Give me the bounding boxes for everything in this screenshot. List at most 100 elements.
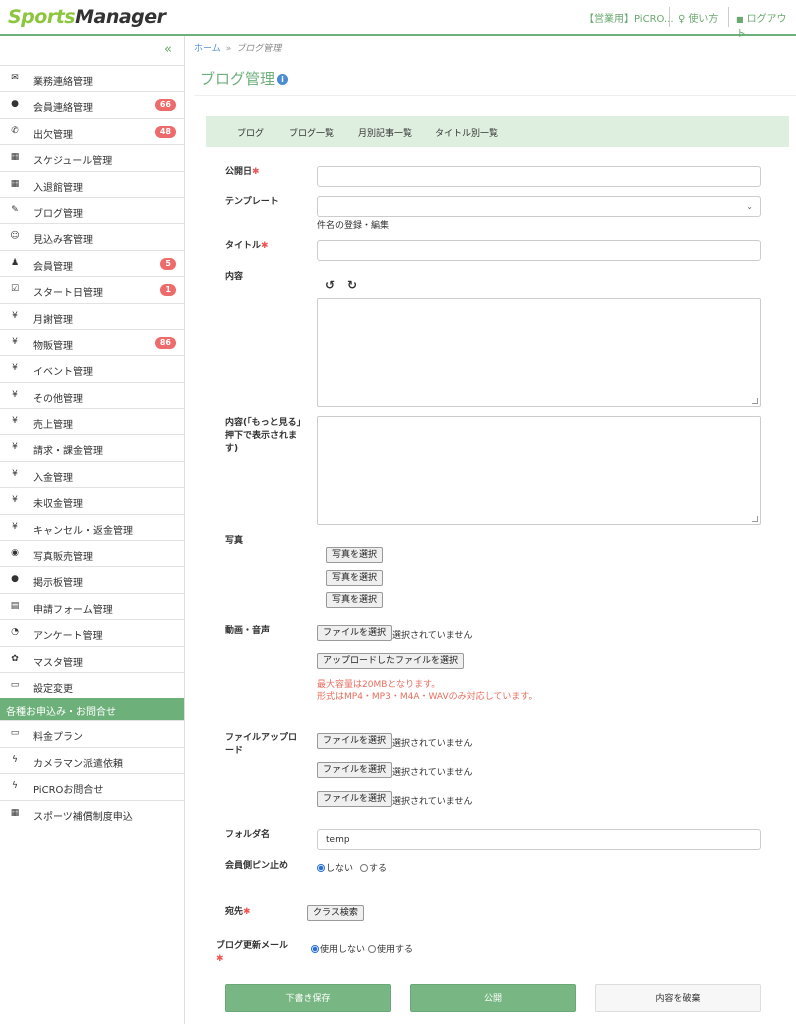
logout-link[interactable]: ■ ログアウト [736,10,796,40]
template-select[interactable]: ⌄ [317,196,761,217]
sidebar-item[interactable]: ☺ 見込み客管理 [0,223,184,249]
upload-file-button-2[interactable]: ファイルを選択 [317,762,393,778]
radio-icon[interactable] [360,863,368,872]
publish-button[interactable]: 公開 [410,984,576,1012]
monitor-icon: ▭ [10,728,20,739]
upload-file-button-3[interactable]: ファイルを選択 [317,791,393,807]
sidebar-item[interactable]: ¥ 物販管理 86 [0,328,184,355]
undo-icon[interactable]: ↺ [325,278,335,292]
template-edit-link[interactable]: 件名の登録・編集 [317,218,389,231]
sidebar-item[interactable]: ▭ 設定変更 [0,671,184,698]
sidebar-item[interactable]: ϟ PiCROお問合せ [0,773,184,799]
select-photo-button-2[interactable]: 写真を選択 [326,570,384,586]
tab-bar: ブログ ブログ一覧 月別記事一覧 タイトル別一覧 [206,116,789,147]
pin-option-no[interactable]: しない [317,861,353,874]
sidebar-item[interactable]: ▦ スケジュール管理 [0,144,184,170]
bolt-icon: ϟ [12,754,18,765]
sidebar-item[interactable]: ● 掲示板管理 [0,566,184,592]
radio-selected-icon[interactable] [311,944,319,953]
sidebar-item[interactable]: ▭ 料金プラン [0,720,184,746]
sidebar-item[interactable]: ¥ 月謝管理 [0,302,184,329]
radio-selected-icon[interactable] [317,863,325,872]
user-icon: ♟ [10,257,20,268]
content-textarea[interactable] [317,298,761,407]
sidebar-item[interactable]: ¥ キャンセル・返金管理 [0,513,184,540]
sidebar-item[interactable]: ◉ 写真販売管理 [0,540,184,566]
envelope-icon: ✉ [11,73,19,83]
sidebar-item-label: 設定変更 [33,683,73,695]
select-photo-button-3[interactable]: 写真を選択 [326,592,384,608]
select-uploaded-file-button[interactable]: アップロードしたファイルを選択 [317,653,465,669]
sidebar-item[interactable]: ◔ アンケート管理 [0,619,184,645]
sidebar-item[interactable]: ¥ 売上管理 [0,408,184,434]
discard-button[interactable]: 内容を破棄 [595,984,761,1012]
sidebar-item[interactable]: ● 会員連絡管理 66 [0,91,184,117]
title-divider [194,95,796,96]
checkbox-icon: ☑ [10,284,20,295]
chevron-down-icon: ⌄ [746,202,753,211]
lock-icon: ■ [736,15,744,24]
class-search-button[interactable]: クラス検索 [307,905,364,921]
breadcrumb-home-link[interactable]: ホーム [194,44,221,54]
sidebar-item[interactable]: ¥ イベント管理 [0,355,184,381]
title-label: タイトル✱ [225,241,269,251]
sidebar-item[interactable]: ¥ 請求・課金管理 [0,434,184,460]
title-input[interactable] [317,240,761,261]
organization-link[interactable]: 【営業用】PiCRO... [584,10,674,25]
upload-file-status-1: 選択されていません [392,739,473,749]
sidebar-item[interactable]: ✿ マスタ管理 [0,645,184,672]
sidebar-item[interactable]: ¥ 未収金管理 [0,487,184,513]
yen-icon: ¥ [12,416,18,427]
upload-file-button-1[interactable]: ファイルを選択 [317,733,393,749]
help-link[interactable]: ♀ 使い方 [678,10,718,25]
more-content-textarea[interactable] [317,416,761,525]
media-label: 動画・音声 [225,626,271,636]
file-upload-label: ファイルアップロード [225,733,298,756]
sidebar-item[interactable]: ¥ その他管理 [0,381,184,408]
tab-blog[interactable]: ブログ [237,126,264,139]
app-logo[interactable]: SportsManager [8,6,166,28]
resize-handle-icon[interactable] [752,516,758,522]
sidebar-item-label: マスタ管理 [33,657,83,669]
publish-date-input[interactable] [317,166,761,187]
sidebar-item-label: 写真販売管理 [33,552,93,564]
save-draft-button[interactable]: 下書き保存 [225,984,391,1012]
sidebar-item[interactable]: ϟ カメラマン派遣依頼 [0,746,184,773]
collapse-sidebar-icon[interactable]: « [164,42,172,57]
sidebar-item[interactable]: ☑ スタート日管理 1 [0,276,184,302]
sidebar-item[interactable]: ▦ 入退館管理 [0,170,184,197]
mail-option-off[interactable]: 使用しない [311,942,365,955]
calendar-icon: ▦ [10,807,20,818]
dashboard-icon: ◔ [11,627,19,638]
gear-icon: ✿ [11,653,19,664]
divider [728,7,729,27]
sidebar-item[interactable]: ♟ 会員管理 5 [0,249,184,276]
mail-option-on[interactable]: 使用する [368,942,413,955]
pin-option-yes[interactable]: する [360,861,387,874]
count-badge: 86 [154,336,176,349]
sidebar-item[interactable]: ✎ ブログ管理 [0,196,184,223]
yen-icon: ¥ [12,495,18,506]
radio-icon[interactable] [368,944,376,953]
tab-title-list[interactable]: タイトル別一覧 [435,126,498,139]
sidebar-item[interactable]: ▤ 申請フォーム管理 [0,592,184,619]
sidebar-item[interactable]: ¥ 入金管理 [0,460,184,487]
document-icon: ▤ [10,600,20,611]
calendar-icon: ▦ [10,152,20,163]
required-mark: ✱ [261,241,269,251]
sidebar-item[interactable]: ✉ 業務連絡管理 [0,65,184,91]
redo-icon[interactable]: ↻ [347,278,357,292]
page-title: ブログ管理 i [200,68,289,89]
sidebar-item-label: 業務連絡管理 [33,77,93,88]
tab-blog-list[interactable]: ブログ一覧 [289,126,334,139]
yen-icon: ¥ [12,442,18,453]
sidebar-item[interactable]: ▦ スポーツ補償制度申込 [0,799,184,826]
folder-input[interactable]: temp [317,829,761,850]
resize-handle-icon[interactable] [752,398,758,404]
sidebar-item-label: カメラマン派遣依頼 [33,758,123,770]
media-file-button[interactable]: ファイルを選択 [317,625,393,641]
select-photo-button-1[interactable]: 写真を選択 [326,547,384,563]
sidebar-item[interactable]: ✆ 出欠管理 48 [0,117,184,144]
tab-monthly-list[interactable]: 月別記事一覧 [358,126,412,139]
info-icon[interactable]: i [277,74,289,85]
